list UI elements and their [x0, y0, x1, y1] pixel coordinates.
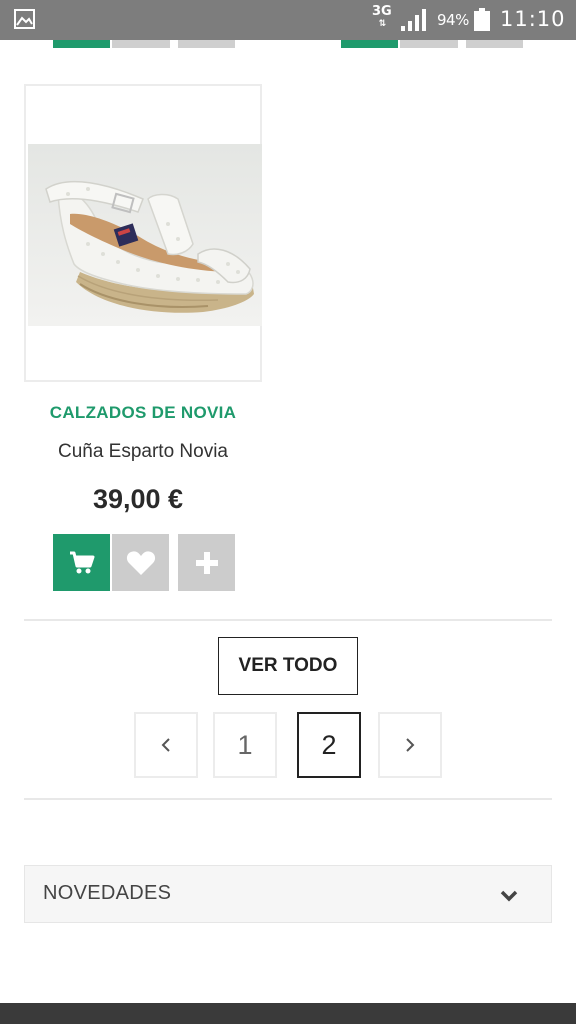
cart-button-partial[interactable]	[53, 40, 110, 48]
chevron-right-icon	[406, 738, 415, 752]
add-to-wishlist-button[interactable]	[112, 534, 169, 591]
cart-button-partial[interactable]	[341, 40, 398, 48]
plus-icon	[195, 551, 218, 574]
clock: 11:10	[500, 7, 566, 31]
favorite-button-partial[interactable]	[112, 40, 170, 48]
view-all-button[interactable]: VER TODO	[218, 637, 358, 695]
battery-icon	[474, 8, 490, 31]
divider	[24, 798, 552, 800]
favorite-button-partial[interactable]	[400, 40, 458, 48]
more-button-partial[interactable]	[178, 40, 235, 48]
chevron-down-icon	[500, 890, 518, 902]
data-arrows-icon: ⇅	[378, 19, 387, 29]
pagination-prev-button[interactable]	[134, 712, 198, 778]
pagination-page-2[interactable]: 2	[297, 712, 361, 778]
add-to-cart-button[interactable]	[53, 534, 110, 591]
network-indicator: 3G ⇅	[372, 5, 392, 31]
signal-icon	[401, 9, 426, 31]
product-price: 39,00 €	[92, 484, 184, 514]
heart-icon	[126, 550, 155, 575]
chevron-left-icon	[161, 738, 170, 752]
footer-bar	[0, 1003, 576, 1024]
more-button-partial[interactable]	[466, 40, 523, 48]
divider	[24, 619, 552, 621]
product-image[interactable]	[28, 144, 262, 326]
novedades-accordion[interactable]: NOVEDADES	[24, 865, 552, 923]
product-category[interactable]: CALZADOS DE NOVIA	[24, 403, 262, 423]
product-image-frame[interactable]	[24, 84, 262, 382]
more-info-button[interactable]	[178, 534, 235, 591]
pagination-next-button[interactable]	[378, 712, 442, 778]
network-type: 3G	[372, 4, 392, 19]
cart-icon	[69, 551, 94, 573]
gallery-icon	[14, 9, 35, 29]
status-bar: 3G ⇅ 94% 11:10	[0, 0, 576, 40]
battery-percent: 94%	[437, 11, 469, 29]
accordion-title: NOVEDADES	[43, 882, 172, 904]
pagination-page-1[interactable]: 1	[213, 712, 277, 778]
product-name[interactable]: Cuña Esparto Novia	[24, 441, 262, 463]
